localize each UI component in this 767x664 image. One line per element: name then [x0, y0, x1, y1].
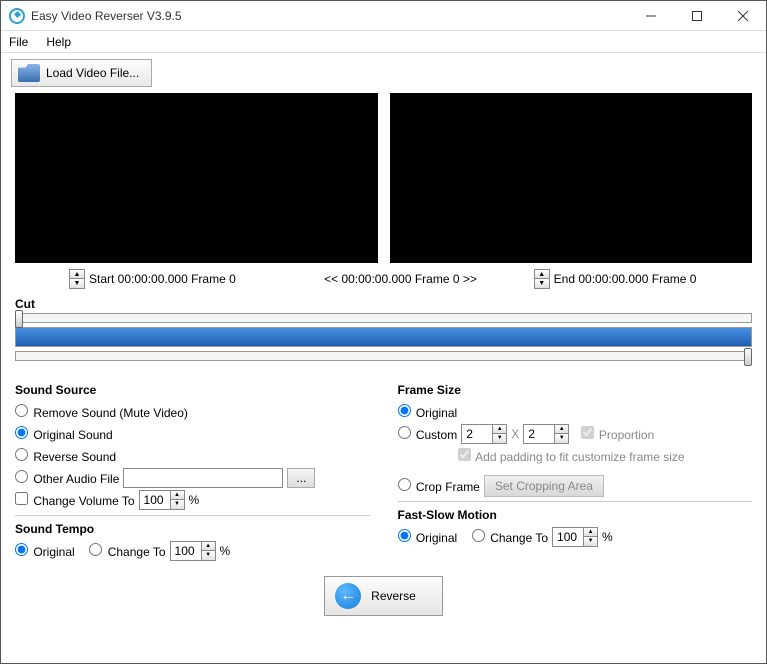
original-sound-option[interactable]: Original Sound [15, 426, 113, 442]
reverse-arrow-icon: ← [335, 583, 361, 609]
left-column: Sound Source Remove Sound (Mute Video) O… [15, 377, 370, 562]
bottom-bar: ← Reverse [1, 562, 766, 630]
right-column: Frame Size Original Custom ▲▼ X ▲▼ Propo… [398, 377, 753, 562]
folder-icon [18, 64, 40, 82]
reverse-button[interactable]: ← Reverse [324, 576, 443, 616]
end-time-label: End 00:00:00.000 Frame 0 [554, 272, 697, 286]
motion-original-option[interactable]: Original [398, 529, 458, 545]
cut-end-slider[interactable] [15, 351, 752, 361]
menu-file[interactable]: File [9, 35, 28, 49]
preview-right [390, 93, 753, 263]
start-frame-stepper[interactable]: ▲▼ [69, 269, 85, 289]
window-controls [628, 1, 766, 31]
height-stepper[interactable]: ▲▼ [523, 424, 569, 444]
close-button[interactable] [720, 1, 766, 31]
reverse-sound-option[interactable]: Reverse Sound [15, 448, 116, 464]
other-audio-path[interactable] [123, 468, 283, 488]
motion-stepper[interactable]: ▲▼ [552, 527, 598, 547]
tempo-stepper[interactable]: ▲▼ [170, 541, 216, 561]
motion-change-option[interactable]: Change To [472, 529, 548, 545]
menu-help[interactable]: Help [46, 35, 71, 49]
slider-handle[interactable] [744, 348, 752, 366]
set-cropping-button[interactable]: Set Cropping Area [484, 475, 604, 497]
reverse-label: Reverse [371, 589, 416, 603]
preview-area [1, 93, 766, 263]
remove-sound-option[interactable]: Remove Sound (Mute Video) [15, 404, 188, 420]
titlebar: Easy Video Reverser V3.9.5 [1, 1, 766, 31]
frame-size-title: Frame Size [398, 383, 753, 397]
other-audio-option[interactable]: Other Audio File [15, 470, 119, 486]
window-title: Easy Video Reverser V3.9.5 [31, 9, 628, 23]
frame-original-option[interactable]: Original [398, 404, 458, 420]
end-frame-stepper[interactable]: ▲▼ [534, 269, 550, 289]
sound-tempo-title: Sound Tempo [15, 522, 370, 536]
load-video-button[interactable]: Load Video File... [11, 59, 152, 87]
cut-label: Cut [15, 297, 752, 311]
preview-left [15, 93, 378, 263]
volume-stepper[interactable]: ▲▼ [139, 490, 185, 510]
tempo-original-option[interactable]: Original [15, 543, 75, 559]
cut-range-bar[interactable] [15, 327, 752, 347]
width-stepper[interactable]: ▲▼ [461, 424, 507, 444]
sound-source-title: Sound Source [15, 383, 370, 397]
frame-custom-option[interactable]: Custom [398, 426, 458, 442]
motion-title: Fast-Slow Motion [398, 508, 753, 522]
padding-checkbox[interactable]: Add padding to fit customize frame size [458, 448, 685, 464]
tempo-change-option[interactable]: Change To [89, 543, 165, 559]
maximize-button[interactable] [674, 1, 720, 31]
settings-area: Sound Source Remove Sound (Mute Video) O… [1, 373, 766, 562]
crop-frame-option[interactable]: Crop Frame [398, 478, 480, 494]
time-row: ▲▼ Start 00:00:00.000 Frame 0 << 00:00:0… [1, 263, 766, 293]
proportion-checkbox[interactable]: Proportion [581, 426, 655, 442]
slider-handle[interactable] [15, 310, 23, 328]
browse-audio-button[interactable]: ... [287, 468, 315, 488]
app-icon [9, 8, 25, 24]
cut-section: Cut [1, 293, 766, 373]
menubar: File Help [1, 31, 766, 53]
load-video-label: Load Video File... [46, 66, 139, 80]
minimize-button[interactable] [628, 1, 674, 31]
change-volume-checkbox[interactable]: Change Volume To [15, 492, 135, 508]
toolbar: Load Video File... [1, 53, 766, 93]
center-time-label: << 00:00:00.000 Frame 0 >> [324, 272, 477, 286]
start-time-label: Start 00:00:00.000 Frame 0 [89, 272, 236, 286]
cut-start-slider[interactable] [15, 313, 752, 323]
